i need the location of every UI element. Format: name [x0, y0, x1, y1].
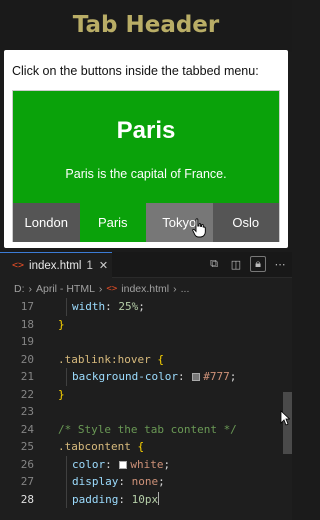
code-line: 27 display: none; [0, 473, 292, 491]
indent-guide [66, 455, 67, 473]
color-swatch-icon[interactable] [192, 373, 201, 381]
city-title: Paris [116, 117, 176, 144]
css-comment: /* Style the tab content */ [58, 422, 237, 436]
line-number: 18 [20, 317, 34, 331]
demo-instructions: Click on the buttons inside the tabbed m… [12, 64, 259, 78]
css-value: 25% [118, 300, 139, 313]
breadcrumb-file[interactable]: index.html [121, 283, 169, 295]
css-property: display [72, 475, 119, 488]
code-text: } [58, 387, 65, 401]
code-line: 25 .tabcontent { [0, 438, 292, 456]
lock-icon[interactable]: 🔒︎ [250, 256, 266, 272]
indent-guide [66, 490, 67, 508]
code-line: 17 width: 25%; [0, 298, 292, 316]
css-value: white [130, 457, 164, 471]
indent-guide [66, 368, 67, 386]
css-property: background-color [72, 370, 178, 383]
tabbed-menu: Paris Paris is the capital of France. Lo… [12, 90, 280, 242]
color-swatch-icon[interactable] [119, 460, 128, 469]
close-icon[interactable]: ✕ [99, 259, 108, 272]
hand-cursor-icon [192, 218, 206, 238]
video-header-title: Tab Header [72, 12, 220, 38]
css-value: 10px [131, 492, 159, 506]
indent-guide [66, 298, 67, 316]
compare-icon[interactable]: ⧉ [206, 256, 222, 272]
text-caret [158, 491, 160, 505]
demo-preview-panel: Click on the buttons inside the tabbed m… [4, 50, 288, 248]
indent-guide [66, 473, 67, 491]
code-line: 22 } [0, 386, 292, 404]
breadcrumb-folder[interactable]: April - HTML [36, 283, 95, 295]
editor-tab-filename: index.html [29, 259, 82, 272]
html-file-icon: <> [12, 260, 25, 271]
editor-tab-bar: <> index.html 1 ✕ ⧉ ◫ 🔒︎ ⋯ [0, 252, 292, 278]
css-selector: .tabcontent [58, 440, 131, 453]
arrow-cursor-icon [280, 410, 290, 426]
tab-content-paris: Paris Paris is the capital of France. [13, 91, 279, 203]
breadcrumb-more[interactable]: ... [181, 283, 190, 295]
breadcrumb-separator-icon: › [28, 283, 33, 295]
line-number: 17 [20, 300, 34, 313]
line-number: 19 [20, 335, 34, 348]
line-number: 25 [20, 440, 34, 453]
line-number: 28 [20, 492, 34, 506]
line-number: 27 [20, 475, 34, 488]
line-number: 23 [20, 405, 34, 418]
css-value: #777 [203, 370, 230, 383]
css-property: padding [72, 492, 119, 506]
editor-tab-problem-count: 1 [86, 259, 93, 272]
breadcrumb: D: › April - HTML › <> index.html › ... [14, 282, 189, 296]
editor-actions: ⧉ ◫ 🔒︎ ⋯ [206, 256, 288, 272]
css-selector: .tablink:hover [58, 352, 151, 366]
tab-paris-button[interactable]: Paris [79, 203, 146, 242]
code-line: 19 [0, 333, 292, 351]
city-description: Paris is the capital of France. [65, 167, 227, 181]
css-value: none [131, 475, 159, 488]
editor-tab-index-html[interactable]: <> index.html 1 ✕ [0, 252, 112, 278]
css-property: color [72, 457, 106, 471]
css-property: width [72, 300, 106, 313]
tab-buttons: London Paris Tokyo Oslo [13, 203, 279, 242]
code-line: 24 /* Style the tab content */ [0, 421, 292, 439]
breadcrumb-drive[interactable]: D: [14, 283, 25, 295]
code-line: 18 } [0, 316, 292, 334]
code-line: 23 [0, 403, 292, 421]
breadcrumb-separator-icon: › [173, 283, 177, 295]
split-editor-icon[interactable]: ◫ [228, 256, 244, 272]
line-number: 21 [20, 370, 34, 383]
code-line: 21 background-color: #777; [0, 368, 292, 386]
breadcrumb-separator-icon: › [98, 283, 103, 295]
tab-oslo-button[interactable]: Oslo [212, 203, 279, 242]
tab-london-button[interactable]: London [13, 203, 80, 242]
code-text: } [58, 317, 65, 331]
line-number: 24 [20, 422, 34, 436]
code-lines[interactable]: 17 width: 25%; 18 } 19 20 .tablink:hover… [0, 298, 292, 508]
more-actions-icon[interactable]: ⋯ [272, 256, 288, 272]
line-number: 26 [20, 457, 34, 471]
line-number: 22 [20, 387, 34, 401]
code-line: 28 padding: 10px [0, 490, 292, 508]
code-line: 26 color: white; [0, 455, 292, 473]
code-editor: <> index.html 1 ✕ ⧉ ◫ 🔒︎ ⋯ D: › April - … [0, 252, 292, 520]
code-line: 20 .tablink:hover { [0, 351, 292, 369]
html-file-icon: <> [106, 284, 118, 294]
line-number: 20 [20, 352, 34, 366]
